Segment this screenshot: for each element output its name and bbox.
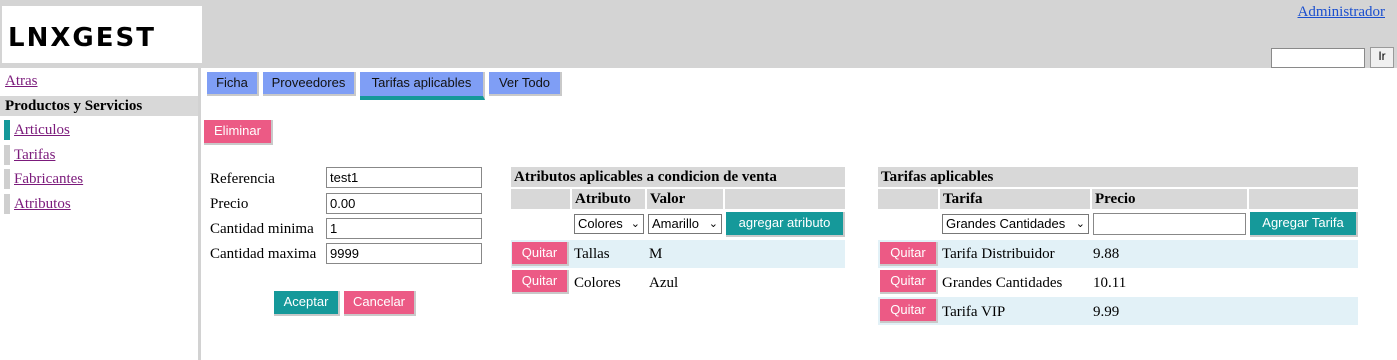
attributes-col-add — [725, 189, 845, 209]
sidebar-item-label[interactable]: Tarifas — [14, 147, 55, 163]
sidebar-item-articulos[interactable]: Articulos — [4, 120, 194, 140]
sidebar-section-title: Productos y Servicios — [0, 96, 198, 116]
delete-button[interactable]: Eliminar — [204, 120, 273, 145]
attributes-title: Atributos aplicables a condicion de vent… — [511, 167, 845, 187]
tab-ficha[interactable]: Ficha — [207, 72, 259, 96]
tariff-price-cell: 9.88 — [1093, 246, 1120, 262]
sidebar: Atras Productos y Servicios Articulos Ta… — [0, 68, 201, 360]
remove-attribute-button[interactable]: Quitar — [512, 270, 569, 294]
value-cell: M — [649, 246, 663, 262]
max-quantity-field[interactable]: 9999 — [326, 243, 482, 264]
app-header: LNXGEST Administrador Ir — [0, 0, 1397, 68]
tariffs-col-action — [878, 189, 938, 209]
remove-tariff-button[interactable]: Quitar — [880, 270, 938, 294]
tab-tarifas-aplicables[interactable]: Tarifas aplicables — [360, 72, 485, 100]
sidebar-item-atributos[interactable]: Atributos — [4, 194, 194, 214]
add-tariff-button[interactable]: Agregar Tarifa — [1250, 212, 1358, 237]
search-input[interactable] — [1271, 48, 1365, 68]
logo-text: LNXGEST — [8, 23, 156, 53]
tariff-cell: Grandes Cantidades — [942, 275, 1063, 291]
attributes-col-attribute: Atributo — [572, 189, 645, 209]
value-select[interactable]: Amarillo ⌄ — [648, 214, 722, 234]
tariff-price-cell: 9.99 — [1093, 304, 1120, 320]
value-cell: Azul — [649, 275, 679, 291]
remove-attribute-button[interactable]: Quitar — [512, 242, 569, 266]
value-select-value: Amarillo — [652, 216, 699, 231]
tab-proveedores[interactable]: Proveedores — [263, 72, 356, 96]
remove-tariff-button[interactable]: Quitar — [880, 299, 938, 323]
chevron-down-icon: ⌄ — [1075, 218, 1085, 230]
max-quantity-label: Cantidad maxima — [210, 246, 317, 262]
chevron-down-icon: ⌄ — [630, 218, 640, 230]
sidebar-item-tarifas[interactable]: Tarifas — [4, 145, 194, 165]
min-quantity-field[interactable]: 1 — [326, 218, 482, 239]
go-button[interactable]: Ir — [1370, 47, 1394, 68]
tariffs-col-add — [1249, 189, 1358, 209]
sidebar-item-label[interactable]: Fabricantes — [14, 171, 83, 187]
remove-tariff-button[interactable]: Quitar — [880, 242, 938, 266]
attributes-col-value: Valor — [647, 189, 723, 209]
sidebar-item-label[interactable]: Atributos — [14, 196, 71, 212]
user-link[interactable]: Administrador — [1298, 4, 1386, 21]
tariff-select[interactable]: Grandes Cantidades ⌄ — [942, 214, 1089, 234]
attribute-select-value: Colores — [578, 216, 623, 231]
attributes-col-action — [511, 189, 570, 209]
tariffs-col-tariff: Tarifa — [940, 189, 1090, 209]
add-attribute-button[interactable]: agregar atributo — [726, 212, 845, 237]
back-link[interactable]: Atras — [5, 73, 38, 90]
tariff-price-input[interactable] — [1093, 213, 1246, 235]
sidebar-item-label[interactable]: Articulos — [14, 122, 70, 138]
chevron-down-icon: ⌄ — [708, 218, 718, 230]
tariff-select-value: Grandes Cantidades — [946, 216, 1066, 231]
reference-field[interactable]: test1 — [326, 167, 482, 188]
price-label: Precio — [210, 196, 249, 212]
attribute-select[interactable]: Colores ⌄ — [574, 214, 644, 234]
logo[interactable]: LNXGEST — [2, 6, 202, 63]
attribute-cell: Colores — [574, 275, 621, 291]
sidebar-item-fabricantes[interactable]: Fabricantes — [4, 169, 194, 189]
tariffs-col-price: Precio — [1092, 189, 1247, 209]
tariff-cell: Tarifa Distribuidor — [942, 246, 1055, 262]
price-field[interactable]: 0.00 — [326, 193, 482, 214]
min-quantity-label: Cantidad minima — [210, 221, 314, 237]
reference-label: Referencia — [210, 171, 275, 187]
attribute-cell: Tallas — [574, 246, 610, 262]
tariff-cell: Tarifa VIP — [942, 304, 1006, 320]
cancel-button[interactable]: Cancelar — [344, 291, 416, 316]
tariffs-title: Tarifas aplicables — [878, 167, 1358, 187]
tab-ver-todo[interactable]: Ver Todo — [489, 72, 562, 96]
tariff-price-cell: 10.11 — [1093, 275, 1127, 291]
accept-button[interactable]: Aceptar — [274, 291, 340, 316]
